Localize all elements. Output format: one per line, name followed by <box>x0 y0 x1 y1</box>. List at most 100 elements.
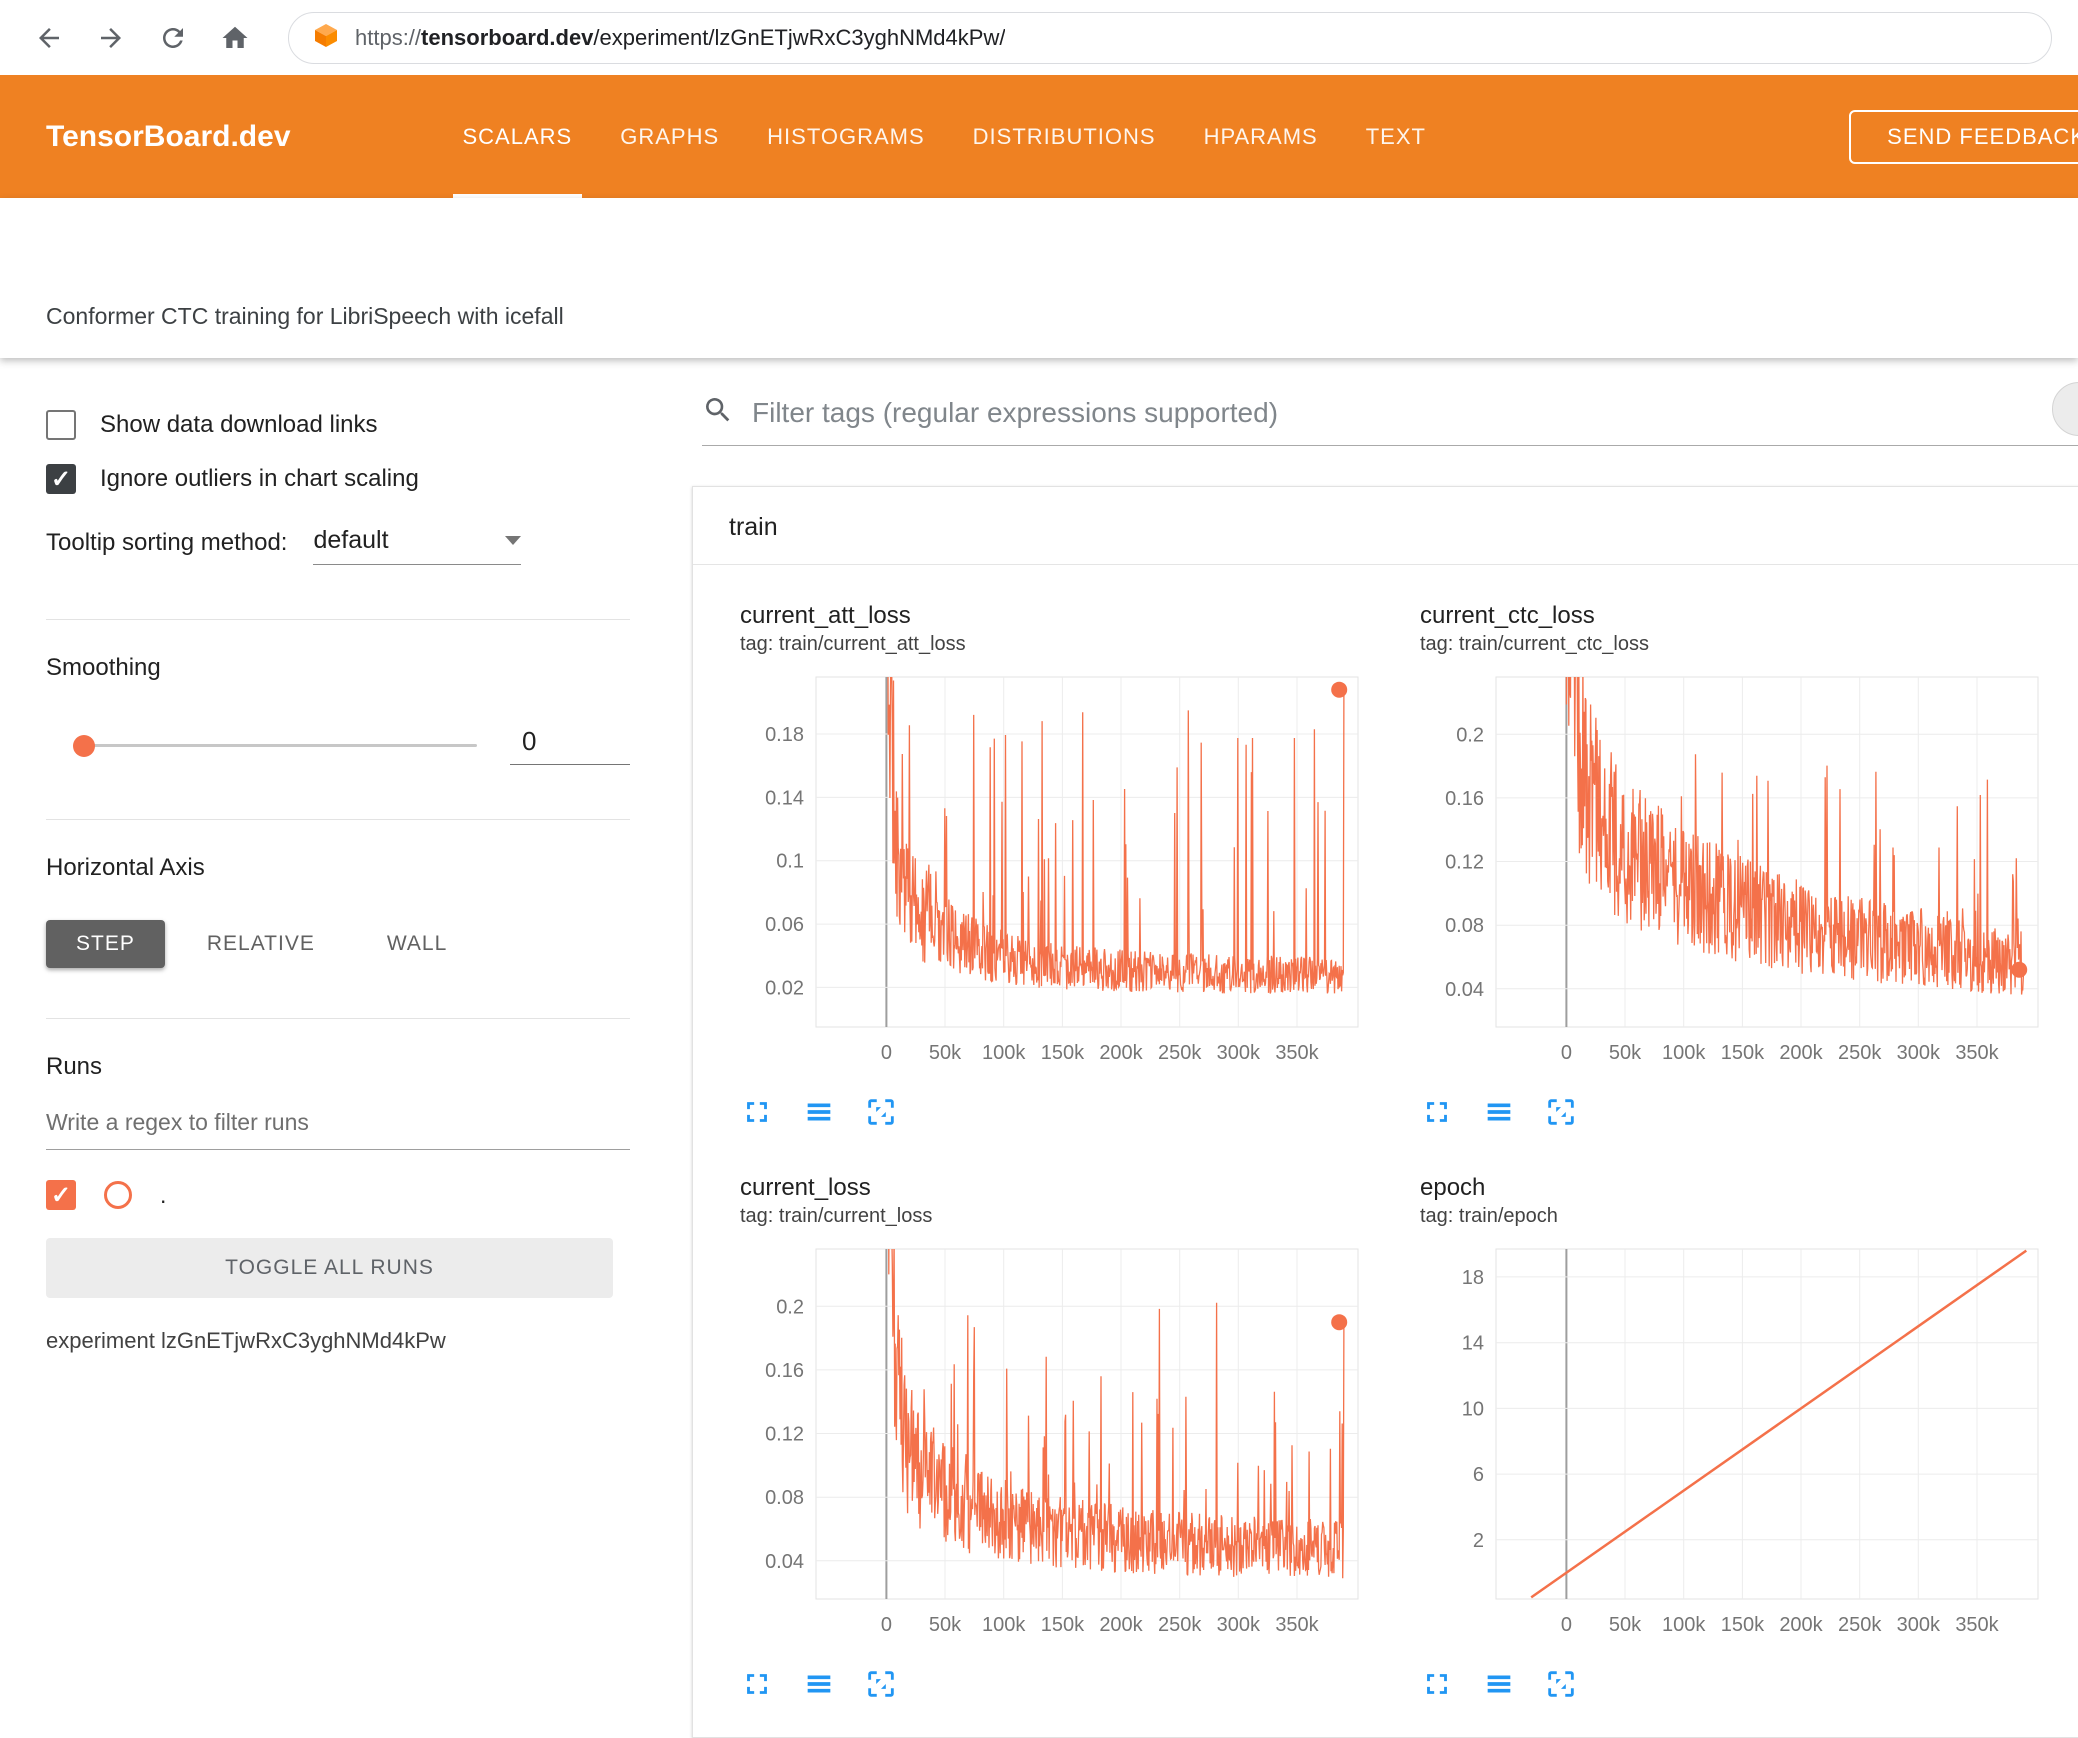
svg-text:0.14: 0.14 <box>765 787 804 809</box>
svg-text:0.1: 0.1 <box>776 851 804 873</box>
tag-group-title[interactable]: train <box>693 487 2078 565</box>
chart-title: current_att_loss <box>740 602 911 629</box>
svg-text:50k: 50k <box>1609 1042 1642 1064</box>
svg-text:150k: 150k <box>1041 1614 1085 1636</box>
axis-relative-button[interactable]: RELATIVE <box>177 920 345 968</box>
run-checkbox[interactable] <box>46 1180 76 1210</box>
forward-icon[interactable] <box>88 15 134 61</box>
smoothing-value[interactable]: 0 <box>510 726 630 765</box>
url-scheme: https:// <box>355 24 422 50</box>
smoothing-label: Smoothing <box>46 654 161 681</box>
svg-text:0.12: 0.12 <box>1445 852 1484 874</box>
main-panel: train current_att_loss tag: train/curren… <box>670 358 2078 1738</box>
train-card: train current_att_loss tag: train/curren… <box>692 486 2078 1738</box>
chart-card: current_loss tag: train/current_loss 0 50… <box>728 1173 1388 1701</box>
svg-text:150k: 150k <box>1721 1042 1765 1064</box>
slider-thumb[interactable] <box>73 734 95 757</box>
svg-text:300k: 300k <box>1897 1614 1941 1636</box>
line-chart[interactable]: 0 50k 100k 150k 200k 250k 300k 350k 2 6 10 14 18 <box>1408 1241 2064 1641</box>
lines-icon[interactable] <box>1482 1095 1516 1129</box>
chart-actions <box>1408 1095 2068 1129</box>
reload-icon[interactable] <box>150 15 196 61</box>
tooltip-sorting-label: Tooltip sorting method: <box>46 529 288 556</box>
svg-text:0: 0 <box>1561 1042 1572 1064</box>
smoothing-slider[interactable] <box>73 734 477 757</box>
fullscreen-icon[interactable] <box>1420 1095 1454 1129</box>
line-chart[interactable]: 0 50k 100k 150k 200k 250k 300k 350k 0.02 0.06 0.1 0… <box>728 669 1384 1069</box>
chart-card: current_ctc_loss tag: train/current_ctc_… <box>1408 601 2068 1129</box>
address-bar[interactable]: https://tensorboard.dev/experiment/lzGnE… <box>288 11 2052 64</box>
checkbox-label: Ignore outliers in chart scaling <box>100 465 419 492</box>
browser-toolbar: https://tensorboard.dev/experiment/lzGnE… <box>0 0 2078 75</box>
line-chart[interactable]: 0 50k 100k 150k 200k 250k 300k 350k 0.04 0.08 0.12… <box>1408 669 2064 1069</box>
svg-text:100k: 100k <box>1662 1042 1706 1064</box>
axis-step-button[interactable]: STEP <box>46 920 165 968</box>
url-text: https://tensorboard.dev/experiment/lzGnE… <box>355 25 1005 51</box>
tab-distributions[interactable]: DISTRIBUTIONS <box>949 75 1180 198</box>
svg-text:0.08: 0.08 <box>765 1487 804 1509</box>
chart-title: current_ctc_loss <box>1420 602 1595 629</box>
toggle-all-runs-button[interactable]: TOGGLE ALL RUNS <box>46 1238 613 1298</box>
fullscreen-icon[interactable] <box>740 1667 774 1701</box>
svg-text:200k: 200k <box>1099 1042 1143 1064</box>
chart-actions <box>1408 1667 2068 1701</box>
fit-domain-icon[interactable] <box>1544 1095 1578 1129</box>
fit-domain-icon[interactable] <box>864 1667 898 1701</box>
fit-domain-icon[interactable] <box>1544 1667 1578 1701</box>
tooltip-sorting-select[interactable]: default <box>313 526 522 565</box>
svg-text:300k: 300k <box>1897 1042 1941 1064</box>
run-color-dot <box>104 1181 132 1209</box>
tab-graphs[interactable]: GRAPHS <box>596 75 743 198</box>
ignore-outliers-checkbox[interactable]: Ignore outliers in chart scaling <box>46 464 630 494</box>
svg-text:10: 10 <box>1462 1398 1484 1420</box>
settings-sidebar: Show data download links Ignore outliers… <box>0 358 670 1666</box>
brand[interactable]: TensorBoard.dev <box>46 75 291 198</box>
chart-tag: tag: train/epoch <box>1420 1205 1558 1227</box>
run-row: . <box>46 1180 630 1210</box>
divider <box>46 819 630 820</box>
svg-text:0.16: 0.16 <box>1445 788 1484 810</box>
chart-title: current_loss <box>740 1174 871 1201</box>
url-domain: tensorboard.dev <box>421 24 594 50</box>
checkbox-label: Show data download links <box>100 411 378 438</box>
filter-tags-input[interactable] <box>750 395 2078 430</box>
home-icon[interactable] <box>212 15 258 61</box>
fullscreen-icon[interactable] <box>740 1095 774 1129</box>
axis-wall-button[interactable]: WALL <box>357 920 477 968</box>
svg-text:0.04: 0.04 <box>765 1551 804 1573</box>
lines-icon[interactable] <box>802 1667 836 1701</box>
fit-domain-icon[interactable] <box>864 1095 898 1129</box>
chart-tag: tag: train/current_loss <box>740 1205 933 1227</box>
svg-text:0.18: 0.18 <box>765 724 804 746</box>
svg-text:250k: 250k <box>1158 1042 1202 1064</box>
send-feedback-button[interactable]: SEND FEEDBACK <box>1849 109 2078 164</box>
svg-text:200k: 200k <box>1779 1042 1823 1064</box>
svg-text:300k: 300k <box>1217 1042 1261 1064</box>
runs-filter-input[interactable] <box>46 1097 630 1150</box>
svg-text:250k: 250k <box>1838 1614 1882 1636</box>
line-chart[interactable]: 0 50k 100k 150k 200k 250k 300k 350k 0.04 0.08 0.12… <box>728 1241 1384 1641</box>
svg-text:250k: 250k <box>1838 1042 1882 1064</box>
svg-text:0.04: 0.04 <box>1445 979 1484 1001</box>
runs-label: Runs <box>46 1053 103 1080</box>
lines-icon[interactable] <box>1482 1667 1516 1701</box>
chevron-down-icon <box>505 536 522 545</box>
tooltip-sorting-value: default <box>313 526 389 554</box>
tab-histograms[interactable]: HISTOGRAMS <box>743 75 949 198</box>
tab-hparams[interactable]: HPARAMS <box>1180 75 1342 198</box>
chart-grid: current_att_loss tag: train/current_att_… <box>693 565 2078 1737</box>
lines-icon[interactable] <box>802 1095 836 1129</box>
checkbox-icon <box>46 410 76 440</box>
back-icon[interactable] <box>26 15 72 61</box>
divider <box>46 1018 630 1019</box>
svg-text:6: 6 <box>1473 1464 1484 1486</box>
svg-text:0.2: 0.2 <box>1456 724 1484 746</box>
chart-actions <box>728 1667 1388 1701</box>
tab-text[interactable]: TEXT <box>1342 75 1450 198</box>
chart-title: epoch <box>1420 1174 1486 1201</box>
svg-text:0.08: 0.08 <box>1445 915 1484 937</box>
fullscreen-icon[interactable] <box>1420 1667 1454 1701</box>
show-download-links-checkbox[interactable]: Show data download links <box>46 410 630 440</box>
experiment-title: Conformer CTC training for LibriSpeech w… <box>46 303 564 329</box>
tab-scalars[interactable]: SCALARS <box>439 75 597 198</box>
